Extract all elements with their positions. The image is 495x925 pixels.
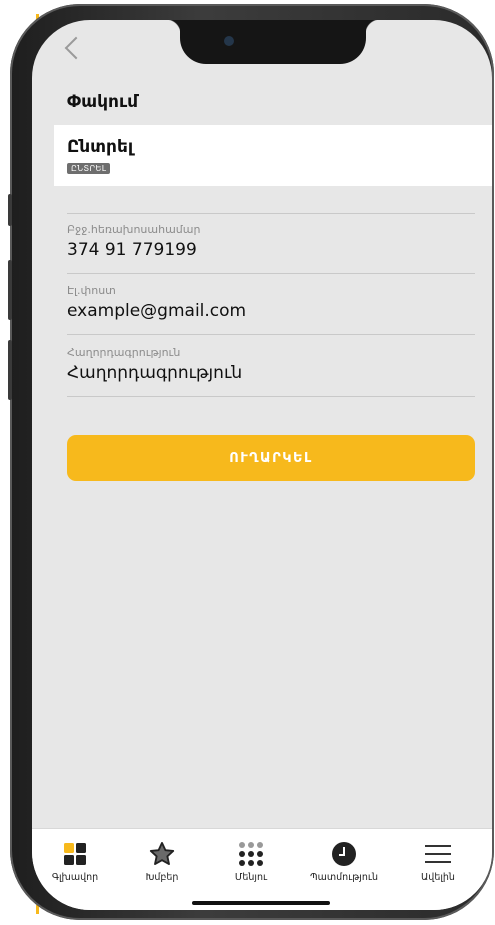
select-label: Ընտրել	[67, 137, 134, 157]
nav-item-home[interactable]: Գլխավոր	[35, 839, 115, 883]
back-chevron-icon[interactable]	[64, 36, 88, 60]
email-field-label: Էլ.փոստ	[67, 284, 116, 297]
nav-item-history[interactable]: Պատմություն	[304, 839, 384, 883]
nav-label-groups: Խմբեր	[145, 872, 179, 883]
nav-label-menu: Մենյու	[234, 872, 268, 883]
select-badge: ԸՆՏՐԵԼ	[67, 163, 111, 174]
message-field-label: Հաղորդագրություն	[67, 346, 181, 359]
grid-icon	[64, 843, 86, 865]
side-button-volume-up	[8, 260, 12, 320]
bottom-nav: Գլխավոր Խմբեր Մենյու Պատմություն Ավելին	[32, 828, 492, 910]
front-camera	[224, 36, 234, 46]
email-field[interactable]: example@gmail.com	[67, 301, 246, 321]
nav-item-groups[interactable]: Խմբեր	[122, 839, 202, 883]
clock-icon	[332, 842, 356, 866]
page-title: Փակում	[67, 92, 139, 112]
divider	[67, 334, 475, 335]
dots-grid-icon	[239, 842, 263, 866]
nav-label-home: Գլխավոր	[51, 872, 99, 883]
message-field[interactable]: Հաղորդագրություն	[67, 363, 242, 383]
nav-item-menu[interactable]: Մենյու	[211, 839, 291, 883]
phone-frame: Փակում Ընտրել ԸՆՏՐԵԼ Բջջ.հեռախոսահամար 3…	[8, 4, 494, 920]
nav-label-more: Ավելին	[421, 872, 455, 883]
nav-item-more[interactable]: Ավելին	[398, 839, 478, 883]
phone-field[interactable]: 374 91 779199	[67, 240, 197, 260]
hamburger-icon	[425, 845, 451, 863]
star-icon	[149, 841, 175, 865]
app-screen: Փակում Ընտրել ԸՆՏՐԵԼ Բջջ.հեռախոսահամար 3…	[32, 20, 492, 910]
nav-label-history: Պատմություն	[309, 872, 379, 883]
phone-field-label: Բջջ.հեռախոսահամար	[67, 223, 201, 236]
side-button-volume-down	[8, 340, 12, 400]
divider	[67, 273, 475, 274]
divider	[67, 396, 475, 397]
select-card[interactable]: Ընտրել ԸՆՏՐԵԼ	[54, 125, 492, 186]
side-button-silent	[8, 194, 12, 226]
send-button[interactable]: ՈՒՂԱՐԿԵԼ	[67, 435, 475, 481]
home-indicator[interactable]	[192, 901, 330, 905]
divider	[67, 213, 475, 214]
notch	[166, 20, 380, 64]
